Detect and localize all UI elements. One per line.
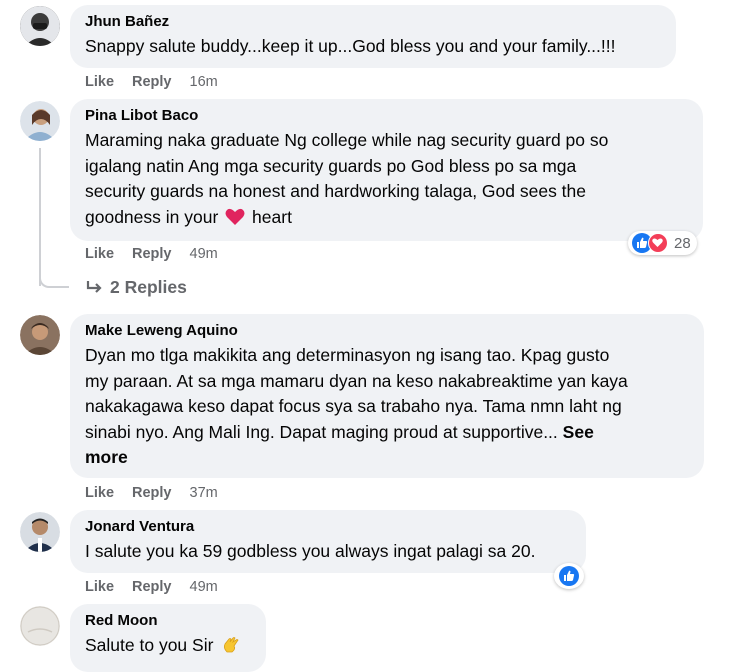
comment-text-line: Maraming naka graduate Ng college while … bbox=[85, 130, 609, 150]
comment-bubble: Jhun Bañez Snappy salute buddy...keep it… bbox=[70, 5, 676, 68]
comment-timestamp[interactable]: 49m bbox=[190, 246, 218, 262]
reply-button[interactable]: Reply bbox=[132, 74, 172, 90]
comment-timestamp[interactable]: 49m bbox=[190, 579, 218, 595]
comment-text-fragment: Salute to you Sir bbox=[85, 635, 214, 655]
like-button[interactable]: Like bbox=[85, 246, 114, 262]
comment-text-fragment: heart bbox=[252, 206, 292, 227]
comment-text-line: Dyan mo tlga makikita ang determinasyon … bbox=[85, 345, 610, 365]
comment-bubble: Jonard Ventura I salute you ka 59 godble… bbox=[70, 510, 586, 573]
comment-bubble: Make Leweng Aquino Dyan mo tlga makikita… bbox=[70, 314, 704, 478]
see-more-link-part[interactable]: See bbox=[563, 422, 594, 442]
reply-button[interactable]: Reply bbox=[132, 246, 172, 262]
reply-button[interactable]: Reply bbox=[132, 579, 172, 595]
comment-author[interactable]: Make Leweng Aquino bbox=[85, 322, 690, 340]
heart-emoji-icon bbox=[225, 208, 245, 225]
comment-timestamp[interactable]: 37m bbox=[190, 485, 218, 501]
comment-text-line: sinabi nyo. Ang Mali Ing. Dapat maging p… bbox=[85, 420, 690, 446]
replies-label: 2 Replies bbox=[110, 277, 187, 297]
avatar[interactable] bbox=[20, 101, 60, 141]
comment-text-fragment: goodness in your bbox=[85, 206, 219, 227]
comment-text-line: nakakagawa keso dapat focus sya sa traba… bbox=[85, 396, 622, 416]
comment-bubble: Pina Libot Baco Maraming naka graduate N… bbox=[70, 99, 703, 241]
comment-text-line: goodness in your heart bbox=[85, 205, 689, 231]
comment-author[interactable]: Jonard Ventura bbox=[85, 518, 572, 536]
comment-text: Snappy salute buddy...keep it up...God b… bbox=[85, 36, 616, 56]
thread-line bbox=[39, 148, 41, 286]
comment-actions: Like Reply 37m bbox=[85, 484, 236, 502]
comment-actions: Like Reply 49m bbox=[85, 578, 236, 596]
comment-actions: Like Reply 49m bbox=[85, 245, 236, 263]
like-button[interactable]: Like bbox=[85, 485, 114, 501]
reply-arrow-icon bbox=[86, 281, 102, 293]
comment-author[interactable]: Pina Libot Baco bbox=[85, 107, 689, 125]
love-reaction-icon bbox=[648, 233, 668, 253]
comment-text-line: Salute to you Sir bbox=[85, 633, 252, 659]
comment-actions: Like Reply 16m bbox=[85, 73, 236, 91]
thread-connector bbox=[39, 272, 69, 288]
avatar[interactable] bbox=[20, 512, 60, 552]
reaction-count: 28 bbox=[674, 234, 691, 252]
avatar[interactable] bbox=[20, 315, 60, 355]
like-button[interactable]: Like bbox=[85, 579, 114, 595]
view-replies-link[interactable]: 2 Replies bbox=[86, 277, 187, 298]
avatar[interactable] bbox=[20, 606, 60, 646]
avatar[interactable] bbox=[20, 6, 60, 46]
reaction-summary[interactable]: 28 bbox=[628, 231, 697, 255]
like-button[interactable]: Like bbox=[85, 74, 114, 90]
comment-text-line: security guards na honest and hardworkin… bbox=[85, 181, 587, 201]
comment-author[interactable]: Red Moon bbox=[85, 612, 252, 630]
clap-emoji-icon bbox=[224, 637, 239, 653]
comment-text-fragment: sinabi nyo. Ang Mali Ing. Dapat maging p… bbox=[85, 421, 558, 442]
see-more-link[interactable]: more bbox=[85, 445, 690, 471]
comment-author[interactable]: Jhun Bañez bbox=[85, 13, 662, 31]
reply-button[interactable]: Reply bbox=[132, 485, 172, 501]
comment-text-line: igalang natin Ang mga security guards po… bbox=[85, 155, 577, 176]
reaction-summary[interactable] bbox=[554, 563, 584, 589]
comment-text: I salute you ka 59 godbless you always i… bbox=[85, 541, 536, 561]
like-reaction-icon bbox=[559, 566, 579, 586]
comment-bubble: Red Moon Salute to you Sir bbox=[70, 604, 266, 672]
comment-timestamp[interactable]: 16m bbox=[190, 74, 218, 90]
comment-text-line: my paraan. At sa mga mamaru dyan na keso… bbox=[85, 370, 628, 391]
